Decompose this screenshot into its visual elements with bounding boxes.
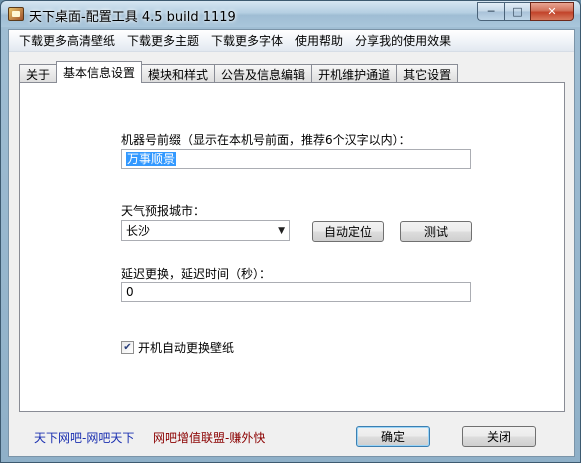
- tab-boot-maintenance[interactable]: 开机维护通道: [311, 64, 398, 83]
- delay-input[interactable]: 0: [121, 282, 471, 302]
- tab-basic-settings[interactable]: 基本信息设置: [56, 61, 143, 83]
- client-area: 下载更多高清壁纸 下载更多主题 下载更多字体 使用帮助 分享我的使用效果 关于 …: [8, 29, 575, 457]
- netbar-alliance-link[interactable]: 网吧增值联盟-赚外快: [153, 429, 265, 446]
- tab-announcement-edit[interactable]: 公告及信息编辑: [214, 64, 313, 83]
- menu-download-themes[interactable]: 下载更多主题: [121, 30, 205, 51]
- app-window: 天下桌面-配置工具 4.5 build 1119 ─ □ ✕ 下载更多高清壁纸 …: [0, 0, 581, 463]
- caption-buttons: ─ □ ✕: [477, 2, 574, 21]
- auto-wallpaper-checkbox[interactable]: ✔: [121, 341, 134, 354]
- tianxia-netbar-link[interactable]: 天下网吧-网吧天下: [34, 429, 134, 446]
- delay-label: 延迟更换，延迟时间（秒）：: [121, 267, 272, 281]
- prefix-input[interactable]: 万事顺景: [121, 149, 471, 169]
- ok-button[interactable]: 确定: [356, 426, 430, 447]
- prefix-input-value: 万事顺景: [126, 152, 177, 166]
- title-bar[interactable]: 天下桌面-配置工具 4.5 build 1119 ─ □ ✕: [1, 1, 580, 27]
- auto-wallpaper-option[interactable]: ✔ 开机自动更换壁纸: [121, 339, 234, 356]
- city-label: 天气预报城市：: [121, 204, 206, 218]
- test-button[interactable]: 测试: [400, 221, 472, 242]
- tab-about[interactable]: 关于: [19, 64, 58, 83]
- menu-download-fonts[interactable]: 下载更多字体: [205, 30, 289, 51]
- window-title: 天下桌面-配置工具 4.5 build 1119: [29, 10, 236, 25]
- basic-settings-panel: 机器号前缀（显示在本机号前面，推荐6个汉字以内）： 万事顺景 天气预报城市： 长…: [19, 82, 565, 412]
- close-window-button[interactable]: ✕: [530, 2, 574, 21]
- menu-download-wallpapers[interactable]: 下载更多高清壁纸: [13, 30, 121, 51]
- menu-bar: 下载更多高清壁纸 下载更多主题 下载更多字体 使用帮助 分享我的使用效果: [9, 30, 574, 52]
- minimize-button[interactable]: ─: [477, 2, 504, 21]
- prefix-label: 机器号前缀（显示在本机号前面，推荐6个汉字以内）：: [121, 133, 411, 147]
- tab-strip: 关于 基本信息设置 模块和样式 公告及信息编辑 开机维护通道 其它设置: [19, 61, 459, 83]
- close-button[interactable]: 关闭: [462, 426, 536, 447]
- delay-input-value: 0: [126, 285, 134, 299]
- app-icon: [8, 7, 24, 21]
- auto-locate-button[interactable]: 自动定位: [312, 221, 384, 242]
- maximize-button[interactable]: □: [504, 2, 530, 21]
- city-select[interactable]: 长沙 ▼: [121, 220, 290, 241]
- menu-help[interactable]: 使用帮助: [289, 30, 349, 51]
- tab-modules-styles[interactable]: 模块和样式: [141, 64, 216, 83]
- menu-share[interactable]: 分享我的使用效果: [349, 30, 457, 51]
- tab-other-settings[interactable]: 其它设置: [396, 64, 459, 83]
- city-select-value: 长沙: [126, 224, 151, 238]
- auto-wallpaper-label: 开机自动更换壁纸: [138, 341, 235, 355]
- chevron-down-icon: ▼: [278, 225, 285, 236]
